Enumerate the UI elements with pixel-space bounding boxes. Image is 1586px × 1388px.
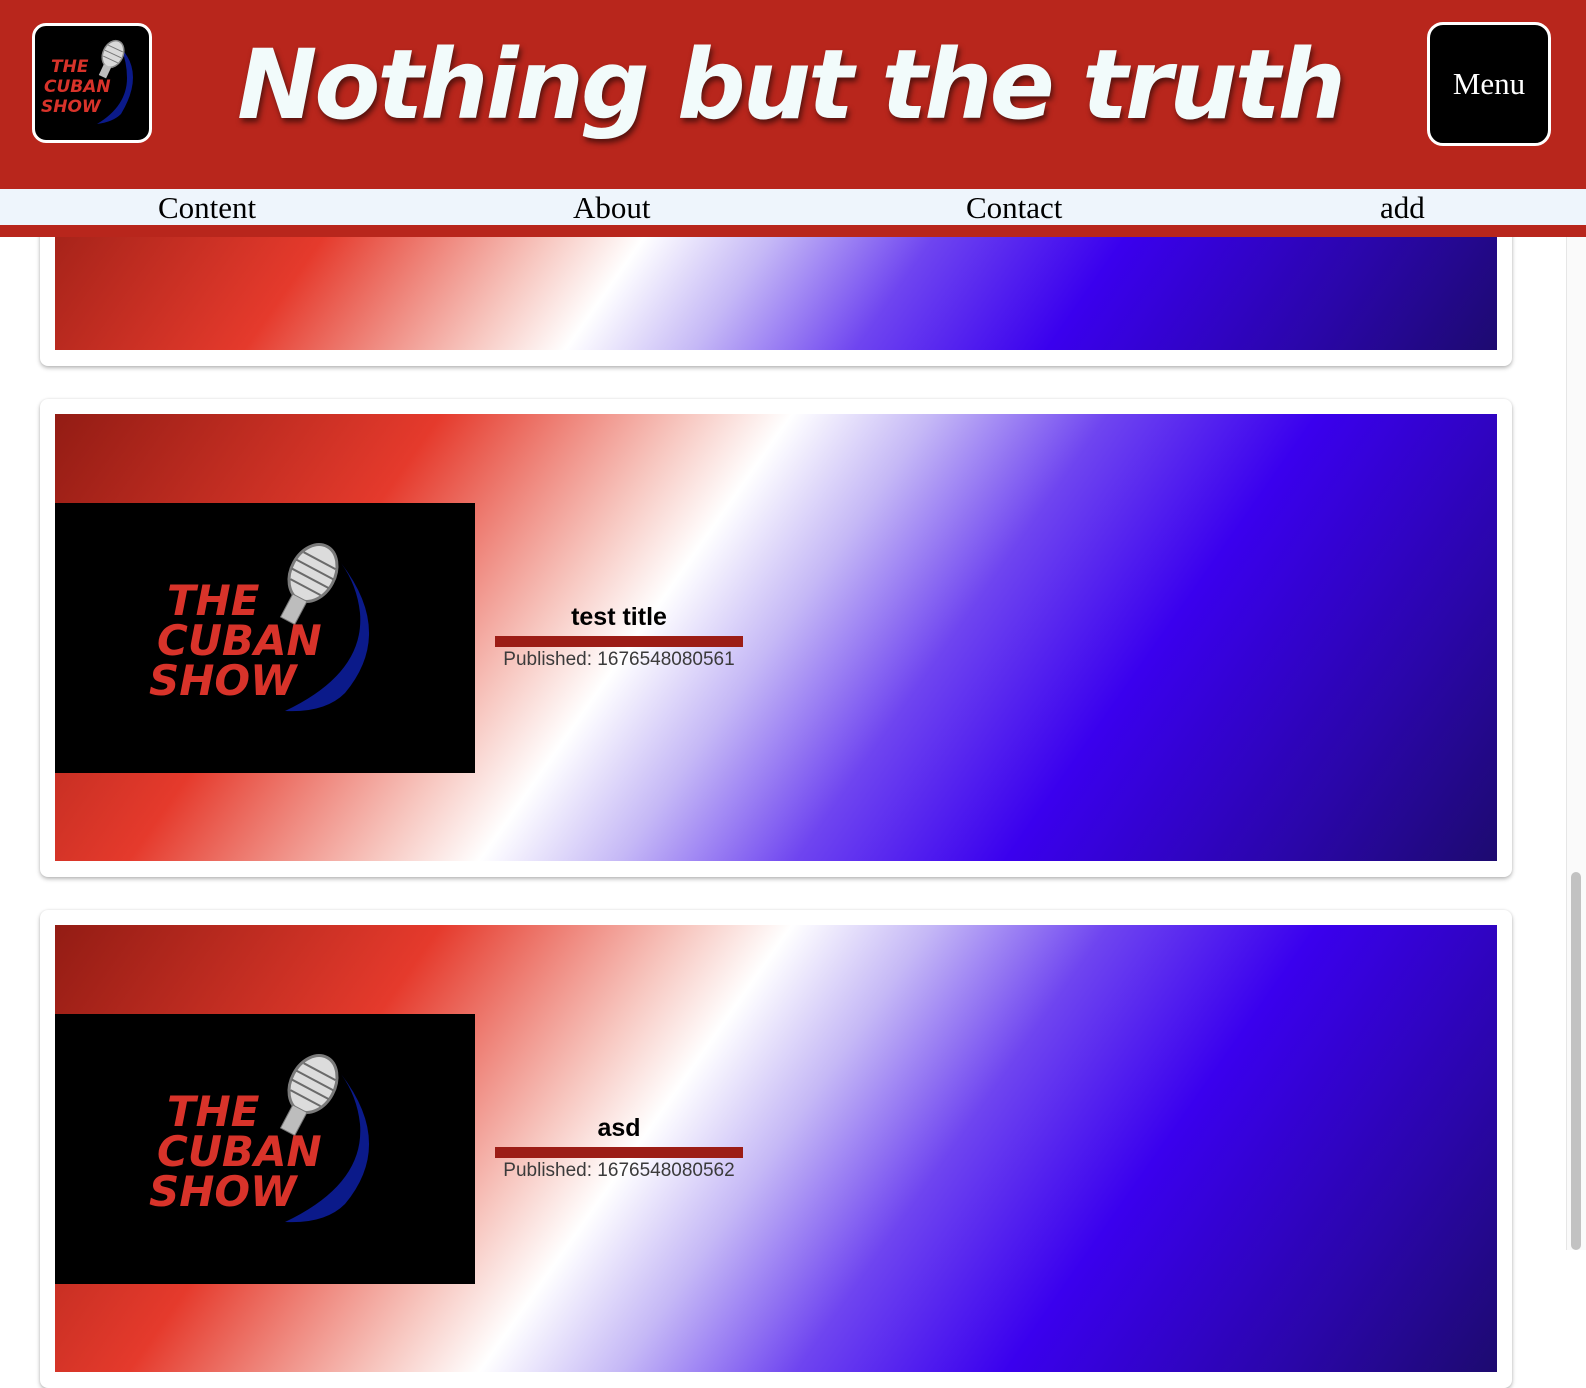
post-card[interactable]: THE CUBAN SHOW test title Published: 167… [40,399,1512,877]
post-title[interactable]: asd [495,1113,743,1143]
post-thumbnail[interactable]: THE CUBAN SHOW [55,1014,475,1284]
post-meta: asd Published: 1676548080562 [495,1113,743,1183]
post-thumbnail[interactable]: THE CUBAN SHOW [55,503,475,773]
svg-text:SHOW: SHOW [149,656,299,705]
nav-divider [0,225,1586,237]
svg-text:SHOW: SHOW [149,1167,299,1216]
main-nav: Content About Contact add [0,189,1586,225]
microphone-icon: THE CUBAN SHOW [149,1054,370,1223]
nav-link-contact[interactable]: Contact [966,189,1062,225]
title-underline [495,1147,743,1158]
svg-text:CUBAN: CUBAN [44,77,111,97]
post-banner: THE CUBAN SHOW test title Published: 167… [55,414,1497,861]
nav-link-add[interactable]: add [1380,189,1425,225]
microphone-icon: THE CUBAN SHOW [41,39,133,124]
post-meta: test title Published: 1676548080561 [495,602,743,672]
svg-text:THE: THE [51,57,89,77]
site-title: Nothing but the truth [237,29,1346,141]
site-header: THE CUBAN SHOW Nothing but the truth Men… [0,0,1586,189]
nav-link-content[interactable]: Content [158,189,256,225]
post-title[interactable]: test title [495,602,743,632]
post-published-date: Published: 1676548080561 [503,649,735,670]
title-underline [495,636,743,647]
svg-text:SHOW: SHOW [41,97,102,117]
post-banner: THE CUBAN SHOW asd Published: 1676548080… [55,925,1497,1372]
nav-link-about[interactable]: About [573,189,651,225]
post-published-date: Published: 1676548080562 [503,1160,735,1181]
menu-button[interactable]: Menu [1427,22,1551,146]
scrollbar-thumb[interactable] [1571,872,1581,1250]
microphone-icon: THE CUBAN SHOW [149,543,370,712]
post-card[interactable]: THE CUBAN SHOW asd Published: 1676548080… [40,910,1512,1388]
site-logo[interactable]: THE CUBAN SHOW [32,23,152,143]
